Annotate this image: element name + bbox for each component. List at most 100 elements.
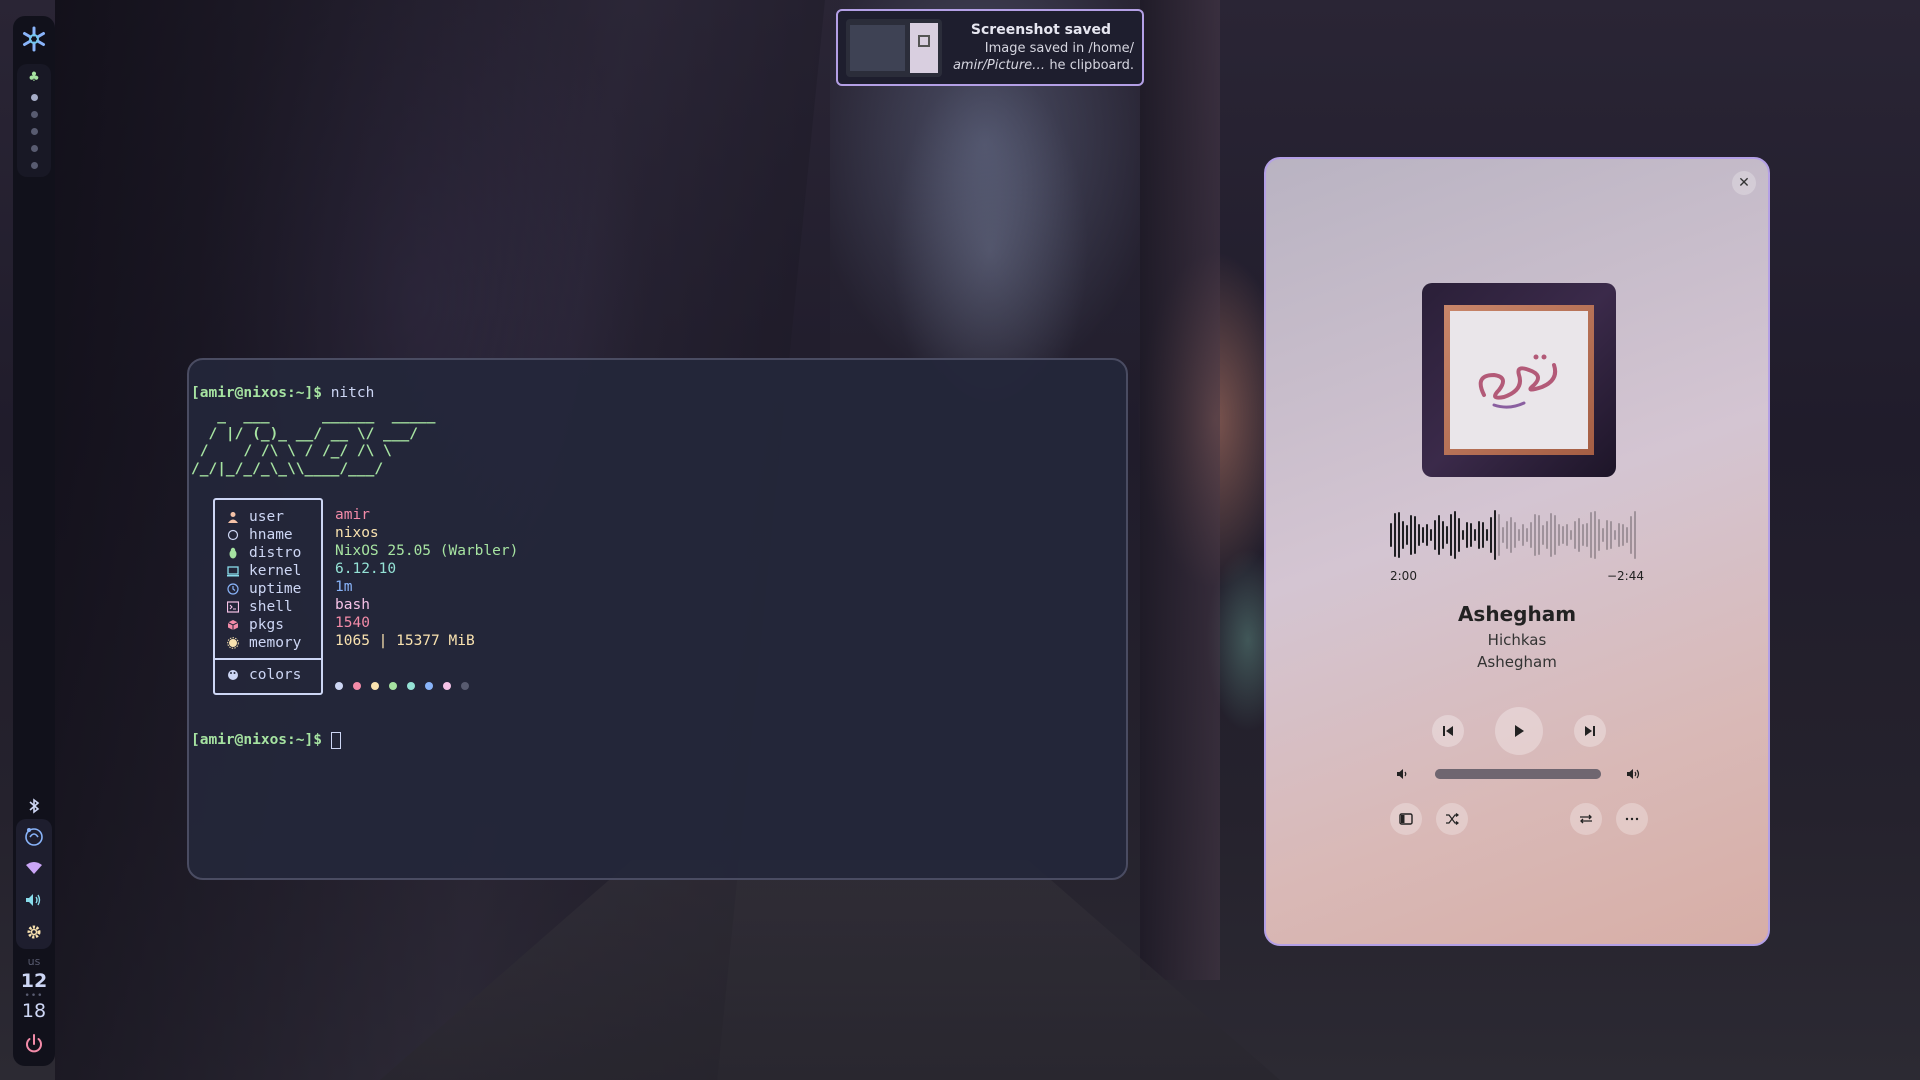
workspace-3-dot[interactable]: [30, 111, 38, 118]
volume-icon[interactable]: [23, 889, 45, 911]
waveform-bar: [1546, 521, 1548, 549]
waveform-bar: [1622, 523, 1624, 547]
clock-minute: 18: [21, 1000, 47, 1022]
waveform-bar: [1490, 516, 1492, 554]
waveform-bar: [1606, 520, 1608, 550]
song-title: Ashegham: [1457, 602, 1577, 626]
waveform-bar: [1446, 526, 1448, 544]
waveform-bar: [1462, 529, 1464, 541]
info-row-memory: memory: [215, 634, 321, 652]
info-value-shell: bash: [335, 597, 370, 613]
sidebar-toggle-button[interactable]: [1390, 803, 1422, 835]
waveform-bar: [1506, 521, 1508, 549]
shuffle-button[interactable]: [1436, 803, 1468, 835]
waveform-bar: [1390, 523, 1392, 547]
waveform-bar: [1410, 515, 1412, 555]
waveform-bar: [1426, 524, 1428, 546]
info-label: user: [249, 509, 284, 525]
play-icon: [1515, 725, 1524, 737]
ascii-line: /_/|_/_/_\_\\____/___/: [191, 460, 384, 477]
kernel-icon: [227, 565, 239, 577]
prompt: [amir@nixos:~]$: [191, 385, 322, 401]
volume-low-icon: [1397, 769, 1407, 779]
waveform-bar: [1530, 522, 1532, 548]
waveform-bar: [1590, 512, 1592, 558]
next-button[interactable]: [1574, 715, 1606, 747]
info-row-shell: shell: [215, 598, 321, 616]
info-label: memory: [249, 635, 302, 651]
side-bar: ♣ us 12 ••• 18: [13, 16, 55, 1066]
color-swatch: [425, 682, 433, 690]
system-info: user hname distro kernel uptime shell pkgs memo…: [213, 498, 1126, 695]
workspace-5-dot[interactable]: [30, 145, 38, 152]
calligraphy-art: [1478, 354, 1558, 409]
close-button[interactable]: ✕: [1732, 171, 1756, 195]
waveform-bar: [1618, 523, 1620, 547]
settings-gear-icon[interactable]: [23, 921, 45, 943]
waveform-bar: [1582, 524, 1584, 546]
workspace-list: ♣: [17, 64, 51, 177]
power-icon[interactable]: [22, 1032, 46, 1056]
waveform-bar: [1538, 514, 1540, 556]
info-value-memory: 1065 | 15377 MiB: [335, 633, 475, 649]
info-value-distro: NixOS 25.05 (Warbler): [335, 543, 519, 559]
info-row-kernel: kernel: [215, 562, 321, 580]
info-values: amir nixos NixOS 25.05 (Warbler) 6.12.10 1m b…: [323, 498, 518, 695]
waveform-bar: [1570, 529, 1572, 541]
info-value-kernel: 6.12.10: [335, 561, 397, 577]
command-text: nitch: [330, 385, 375, 401]
waveform-bar: [1494, 510, 1496, 560]
song-album: Ashegham: [1477, 653, 1557, 671]
waveform-bar: [1518, 528, 1520, 542]
waveform-bar: [1614, 529, 1616, 541]
waveform-bar: [1522, 523, 1524, 547]
waveform-bar: [1514, 522, 1516, 548]
waveform-seekbar[interactable]: [1390, 509, 1646, 561]
waveform-bar: [1470, 523, 1472, 547]
close-icon: ✕: [1738, 175, 1750, 191]
waveform-bar: [1418, 524, 1420, 546]
host-icon: [227, 529, 239, 541]
volume-slider[interactable]: [1435, 769, 1601, 779]
idle-inhibitor-icon[interactable]: [23, 825, 45, 847]
active-prompt-line[interactable]: [amir@nixos:~]$: [191, 731, 1126, 749]
waveform-bar: [1526, 527, 1528, 543]
info-label: distro: [249, 545, 302, 561]
waveform-bar: [1634, 511, 1636, 559]
info-value-hname: nixos: [335, 525, 379, 541]
waveform-bar: [1598, 519, 1600, 551]
bluetooth-icon[interactable]: [23, 795, 45, 817]
play-button[interactable]: [1495, 707, 1543, 755]
info-value-uptime: 1m: [335, 579, 353, 595]
ascii-line: / / /\ \ / /_/ /\ \: [191, 443, 392, 459]
workspace-1-leaf-icon[interactable]: ♣: [27, 71, 41, 84]
color-swatch: [461, 682, 469, 690]
notification-body-rest: he clipboard.: [1045, 57, 1134, 73]
nixos-logo-icon[interactable]: [19, 24, 49, 54]
skip-back-icon: [1443, 726, 1453, 736]
wallpaper-building-right: [1140, 0, 1220, 980]
notification-path: amir/Picture…: [952, 57, 1046, 73]
screenshot-thumbnail: [846, 18, 942, 77]
song-artist: Hichkas: [1487, 631, 1547, 649]
colors-label: colors: [249, 667, 302, 683]
screenshot-notification[interactable]: Screenshot saved Image saved in /home/ a…: [836, 9, 1144, 86]
waveform-bar: [1394, 513, 1396, 557]
color-swatch: [353, 682, 361, 690]
waveform-bar: [1402, 521, 1404, 549]
workspace-4-dot[interactable]: [30, 128, 38, 135]
previous-button[interactable]: [1432, 715, 1464, 747]
more-options-button[interactable]: [1616, 803, 1648, 835]
waveform-bar: [1554, 514, 1556, 556]
bar-bottom: us 12 ••• 18: [13, 793, 55, 1066]
terminal-window[interactable]: [amir@nixos:~]$ nitch _ ___ ______ _____…: [187, 358, 1128, 880]
wifi-icon[interactable]: [23, 857, 45, 879]
waveform-bar: [1486, 528, 1488, 542]
clock-hour: 12: [20, 970, 48, 992]
info-label: pkgs: [249, 617, 284, 633]
workspace-6-dot[interactable]: [30, 162, 38, 169]
waveform-bar: [1602, 527, 1604, 542]
repeat-button[interactable]: [1570, 803, 1602, 835]
keyboard-layout[interactable]: us: [28, 955, 41, 968]
workspace-2-dot[interactable]: [30, 94, 38, 101]
